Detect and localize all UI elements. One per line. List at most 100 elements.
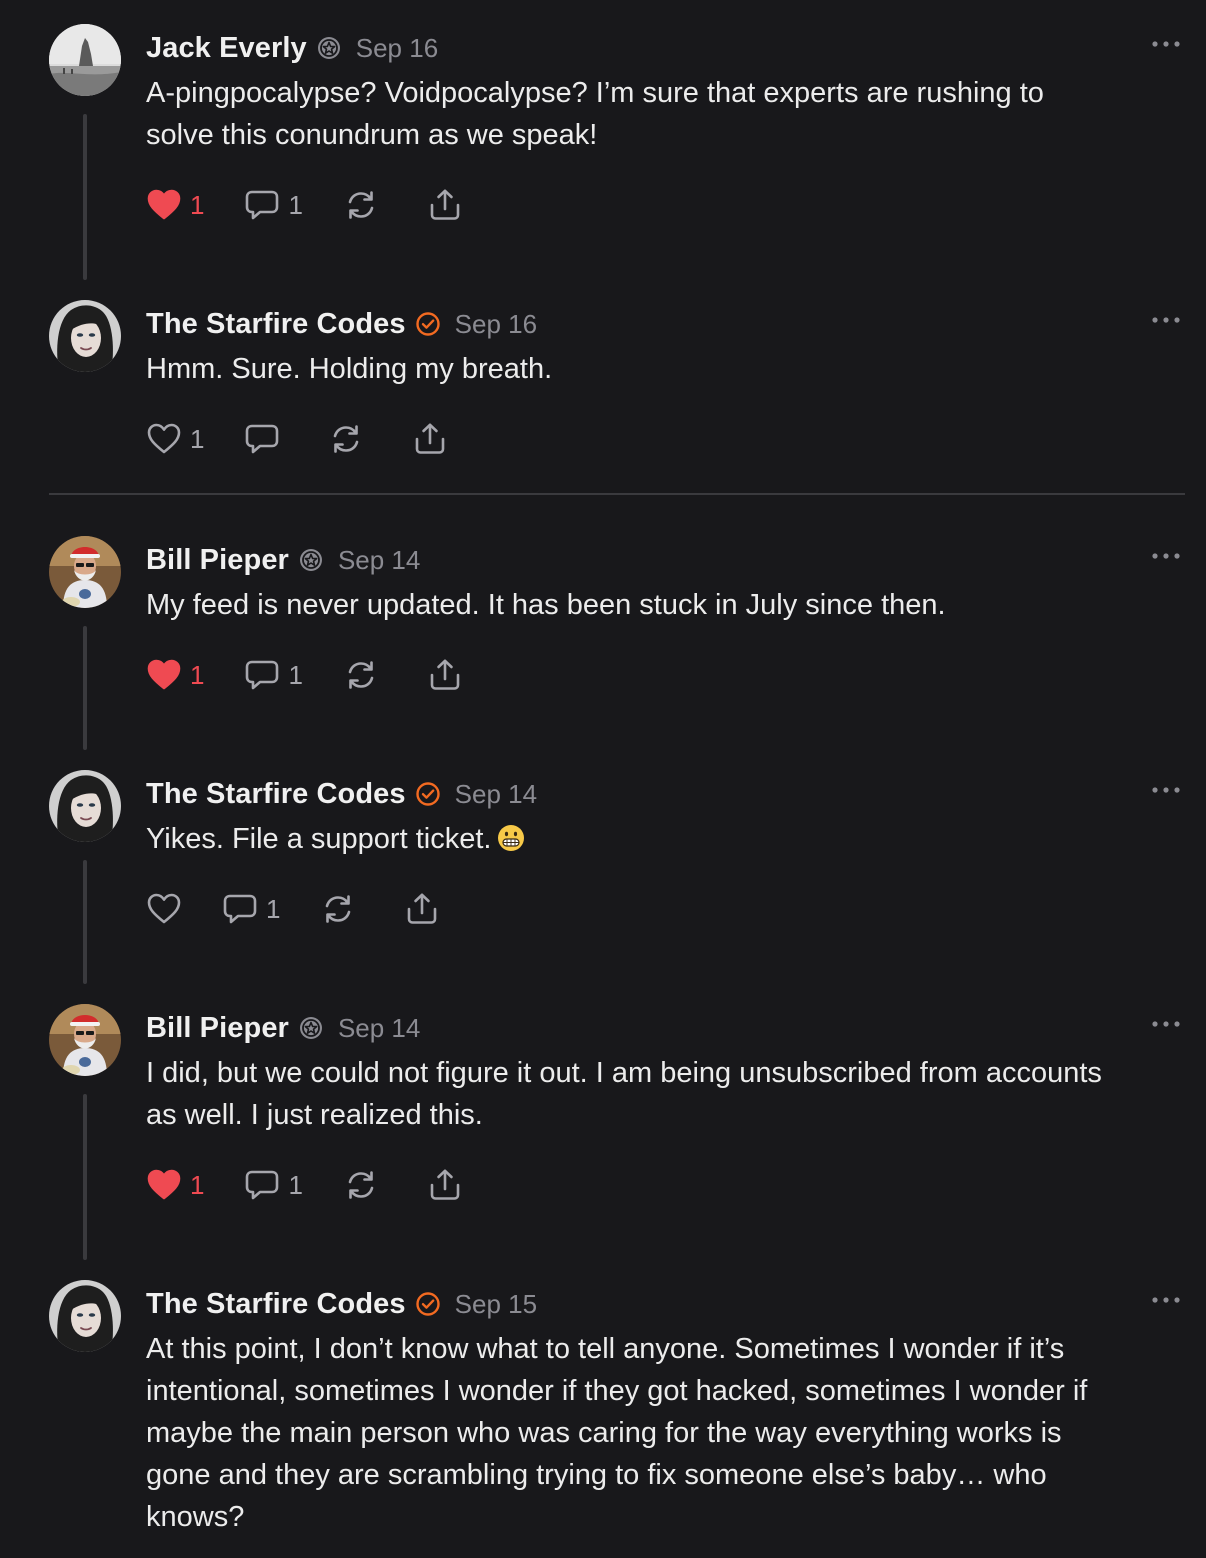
comment-header: The Starfire Codes Sep 14 bbox=[146, 774, 537, 814]
heart-filled-icon bbox=[146, 657, 182, 693]
more-options-icon[interactable] bbox=[1150, 780, 1182, 800]
restack-button[interactable] bbox=[328, 421, 364, 457]
reply-count: 1 bbox=[288, 189, 303, 220]
avatar-the-starfire-codes[interactable] bbox=[49, 300, 121, 372]
avatar-the-starfire-codes[interactable] bbox=[49, 770, 121, 842]
comment-actions: 1 1 bbox=[146, 183, 463, 227]
share-icon bbox=[427, 657, 463, 693]
reply-button[interactable]: 1 bbox=[222, 891, 280, 927]
comment-text-content: Yikes. File a support ticket. bbox=[146, 823, 492, 855]
like-count: 1 bbox=[190, 189, 205, 220]
avatar-the-starfire-codes[interactable] bbox=[49, 1280, 121, 1352]
restack-icon bbox=[328, 421, 364, 457]
restack-button[interactable] bbox=[343, 657, 379, 693]
like-button[interactable]: 1 bbox=[146, 657, 204, 693]
reply-button[interactable]: 1 bbox=[244, 187, 303, 223]
comment-bubble-icon bbox=[244, 1167, 280, 1203]
more-options-icon[interactable] bbox=[1150, 546, 1182, 566]
comment-text: Yikes. File a support ticket. bbox=[146, 818, 1186, 860]
restack-icon bbox=[320, 891, 356, 927]
share-button[interactable] bbox=[427, 187, 463, 223]
comment-bubble-icon bbox=[244, 657, 280, 693]
like-count: 1 bbox=[190, 659, 205, 690]
thread-line bbox=[83, 1094, 87, 1260]
subscriber-badge-icon bbox=[298, 547, 324, 573]
share-button[interactable] bbox=[412, 421, 448, 457]
like-button[interactable]: 1 bbox=[146, 1167, 204, 1203]
heart-filled-icon bbox=[146, 1167, 182, 1203]
restack-button[interactable] bbox=[343, 187, 379, 223]
author-name[interactable]: Jack Everly bbox=[146, 32, 307, 65]
comment-text: At this point, I don’t know what to tell… bbox=[146, 1333, 1088, 1533]
more-options-icon[interactable] bbox=[1150, 1014, 1182, 1034]
author-name[interactable]: Bill Pieper bbox=[146, 544, 289, 577]
avatar-jack-everly[interactable] bbox=[49, 24, 121, 96]
avatar-bill-pieper[interactable] bbox=[49, 536, 121, 608]
verified-check-icon bbox=[415, 781, 441, 807]
heart-outline-icon bbox=[146, 421, 182, 457]
heart-outline-icon bbox=[146, 891, 182, 927]
like-button[interactable]: 1 bbox=[146, 187, 204, 223]
reply-button[interactable] bbox=[244, 421, 280, 457]
comment-header: The Starfire Codes Sep 16 bbox=[146, 304, 537, 344]
comment-bubble-icon bbox=[244, 187, 280, 223]
reply-count: 1 bbox=[266, 893, 281, 924]
reply-button[interactable]: 1 bbox=[244, 657, 303, 693]
more-options-icon[interactable] bbox=[1150, 1290, 1182, 1310]
comment-date[interactable]: Sep 16 bbox=[356, 33, 438, 64]
share-icon bbox=[427, 187, 463, 223]
comment-actions: 1 1 bbox=[146, 653, 463, 697]
share-icon bbox=[427, 1167, 463, 1203]
heart-filled-icon bbox=[146, 187, 182, 223]
comment-text: I did, but we could not figure it out. I… bbox=[146, 1057, 1102, 1131]
comment-actions: 1 bbox=[146, 887, 440, 931]
thread-divider bbox=[49, 493, 1185, 495]
comment-header: Jack Everly Sep 16 bbox=[146, 28, 438, 68]
author-name[interactable]: The Starfire Codes bbox=[146, 308, 406, 341]
thread-line bbox=[83, 860, 87, 984]
comment-date[interactable]: Sep 14 bbox=[455, 779, 537, 810]
reply-count: 1 bbox=[288, 1169, 303, 1200]
subscriber-badge-icon bbox=[298, 1015, 324, 1041]
restack-icon bbox=[343, 187, 379, 223]
share-button[interactable] bbox=[404, 891, 440, 927]
subscriber-badge-icon bbox=[316, 35, 342, 61]
like-button[interactable] bbox=[146, 891, 204, 927]
comment-header: The Starfire Codes Sep 15 bbox=[146, 1284, 537, 1324]
comment-date[interactable]: Sep 14 bbox=[338, 545, 420, 576]
restack-icon bbox=[343, 657, 379, 693]
more-options-icon[interactable] bbox=[1150, 310, 1182, 330]
reply-button[interactable]: 1 bbox=[244, 1167, 303, 1203]
thread-line bbox=[83, 626, 87, 750]
share-button[interactable] bbox=[427, 1167, 463, 1203]
author-name[interactable]: The Starfire Codes bbox=[146, 778, 406, 811]
comment-date[interactable]: Sep 16 bbox=[455, 309, 537, 340]
share-button[interactable] bbox=[427, 657, 463, 693]
author-name[interactable]: The Starfire Codes bbox=[146, 1288, 406, 1321]
comment-date[interactable]: Sep 15 bbox=[455, 1289, 537, 1320]
comment-header: Bill Pieper Sep 14 bbox=[146, 1008, 420, 1048]
comment-text: A-pingpocalypse? Voidpocalypse? I’m sure… bbox=[146, 77, 1044, 151]
grimacing-face-emoji bbox=[498, 825, 525, 851]
restack-button[interactable] bbox=[343, 1167, 379, 1203]
reply-count: 1 bbox=[288, 659, 303, 690]
like-button[interactable]: 1 bbox=[146, 421, 204, 457]
thread-line bbox=[83, 114, 87, 280]
more-options-icon[interactable] bbox=[1150, 34, 1182, 54]
comment-bubble-icon bbox=[244, 421, 280, 457]
avatar-bill-pieper[interactable] bbox=[49, 1004, 121, 1076]
comment-text: Hmm. Sure. Holding my breath. bbox=[146, 353, 553, 385]
restack-button[interactable] bbox=[320, 891, 356, 927]
verified-check-icon bbox=[415, 311, 441, 337]
share-icon bbox=[404, 891, 440, 927]
comment-text: My feed is never updated. It has been st… bbox=[146, 589, 946, 621]
verified-check-icon bbox=[415, 1291, 441, 1317]
like-count: 1 bbox=[190, 1169, 205, 1200]
comment-actions: 1 bbox=[146, 417, 448, 461]
comment-date[interactable]: Sep 14 bbox=[338, 1013, 420, 1044]
comment-bubble-icon bbox=[222, 891, 258, 927]
share-icon bbox=[412, 421, 448, 457]
author-name[interactable]: Bill Pieper bbox=[146, 1012, 289, 1045]
like-count: 1 bbox=[190, 423, 205, 454]
comment-header: Bill Pieper Sep 14 bbox=[146, 540, 420, 580]
